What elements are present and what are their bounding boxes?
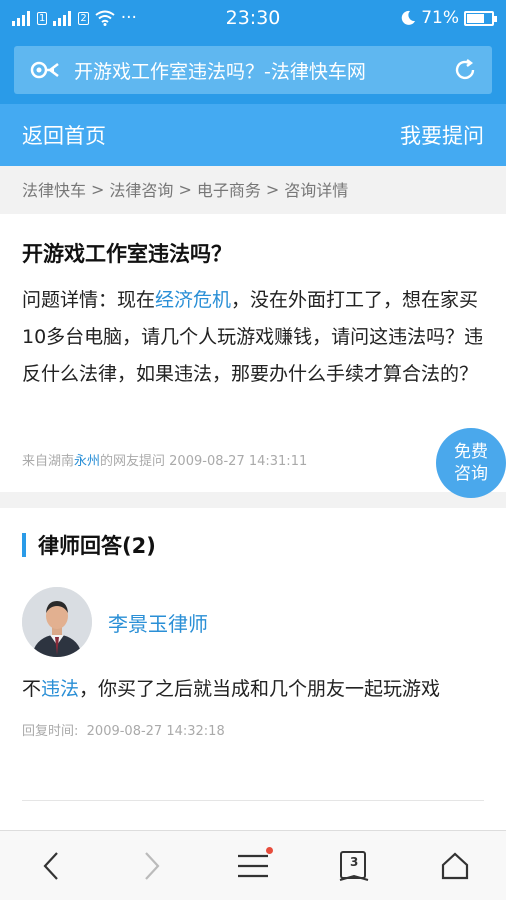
home-icon: [442, 852, 469, 879]
page-title-in-address-bar[interactable]: 开游戏工作室违法吗？-法律快车网: [74, 57, 452, 84]
city-link[interactable]: 永州: [74, 454, 100, 469]
breadcrumb-separator: >: [265, 179, 280, 199]
site-nav: 返回首页 我要提问: [0, 104, 506, 166]
signal-icon: [53, 10, 72, 26]
breadcrumb-item[interactable]: 电子商务: [197, 177, 261, 201]
battery-fill: [467, 13, 485, 23]
free-consult-line1: 免费: [454, 442, 488, 462]
tabs-count: 3: [349, 854, 359, 869]
divider: [22, 800, 484, 801]
question-card: 开游戏工作室违法吗？ 问题详情：现在经济危机，没在外面打工了，想在家买10多台电…: [0, 214, 506, 498]
glasses-icon: [30, 61, 59, 79]
more-icon: ···: [120, 8, 137, 28]
chevron-left-icon: [43, 851, 58, 880]
home-link[interactable]: 返回首页: [22, 120, 106, 150]
answer-body: 不违法，你买了之后就当成和几个朋友一起玩游戏: [22, 672, 484, 706]
answer-body-prefix: 不: [22, 678, 42, 700]
question-title: 开游戏工作室违法吗？: [22, 242, 232, 266]
breadcrumb-item[interactable]: 法律咨询: [109, 177, 173, 201]
answer-time-label: 回复时间:: [22, 724, 79, 739]
answers-heading: 律师回答(2): [22, 528, 484, 562]
sim2-badge: 2: [78, 11, 89, 25]
sim1-badge: 1: [37, 11, 48, 25]
lawyer-row[interactable]: 李景玉律师: [22, 586, 484, 658]
forward-button[interactable]: [122, 841, 182, 891]
chevron-right-icon: [144, 851, 160, 880]
breadcrumb-item[interactable]: 法律快车: [22, 177, 86, 201]
question-meta-prefix: 来自湖南: [22, 454, 75, 469]
status-left: 1 2 ···: [12, 8, 137, 28]
browser-toolbar: 3: [0, 830, 506, 900]
signal-icon: [12, 10, 30, 26]
home-button[interactable]: [425, 841, 485, 891]
refresh-icon[interactable]: [452, 57, 478, 83]
avatar[interactable]: [22, 587, 92, 657]
address-bar-container: 开游戏工作室违法吗？-法律快车网: [0, 36, 506, 104]
moon-icon: [401, 10, 416, 25]
lawyer-photo: [22, 587, 92, 657]
status-right: 71%: [400, 8, 497, 28]
question-meta-suffix: 的网友提问 2009-08-27 14:31:11: [100, 454, 308, 469]
breadcrumb-separator: >: [91, 179, 105, 199]
tabs-button[interactable]: 3: [324, 841, 384, 891]
question-meta: 来自湖南永州的网友提问 2009-08-27 14:31:11: [22, 450, 307, 469]
back-button[interactable]: [21, 841, 81, 891]
answer-body-text: ，你买了之后就当成和几个朋友一起玩游戏: [79, 678, 441, 700]
menu-icon: [237, 854, 268, 877]
lawyer-name[interactable]: 李景玉律师: [108, 608, 208, 637]
address-bar[interactable]: 开游戏工作室违法吗？-法律快车网: [14, 46, 492, 94]
answers-heading-text: 律师回答(2): [38, 534, 156, 558]
free-consult-line2: 咨询: [454, 464, 488, 484]
ask-question-link[interactable]: 我要提问: [400, 120, 484, 150]
breadcrumb-separator: >: [178, 179, 192, 199]
battery-percent: 71%: [421, 8, 459, 28]
breadcrumb-item: 咨询详情: [284, 181, 349, 200]
answer-time: 2009-08-27 14:32:18: [86, 724, 225, 739]
breadcrumb: 法律快车 > 法律咨询 > 电子商务 > 咨询详情: [0, 166, 506, 212]
question-body: 问题详情：现在经济危机，没在外面打工了，想在家买10多台电脑，请几个人玩游戏赚钱…: [22, 282, 484, 393]
battery-icon: [464, 10, 497, 26]
heading-accent-bar: [22, 533, 26, 557]
free-consult-button[interactable]: 免费 咨询: [436, 428, 506, 498]
question-body-prefix: 问题详情：现在: [22, 289, 156, 311]
keyword-link[interactable]: 违法: [41, 678, 79, 700]
status-bar: 1 2 ··· 23:30 71%: [0, 0, 506, 36]
wifi-icon: [95, 10, 115, 26]
notification-dot: [265, 846, 273, 854]
answer-meta: 回复时间: 2009-08-27 14:32:18: [22, 720, 484, 739]
keyword-link[interactable]: 经济危机: [155, 289, 231, 311]
menu-button[interactable]: [223, 841, 283, 891]
answers-section: 律师回答(2) 李景玉律师 不违法，你买了之后就当成和几个朋友一起玩游戏 回复时…: [0, 508, 506, 830]
